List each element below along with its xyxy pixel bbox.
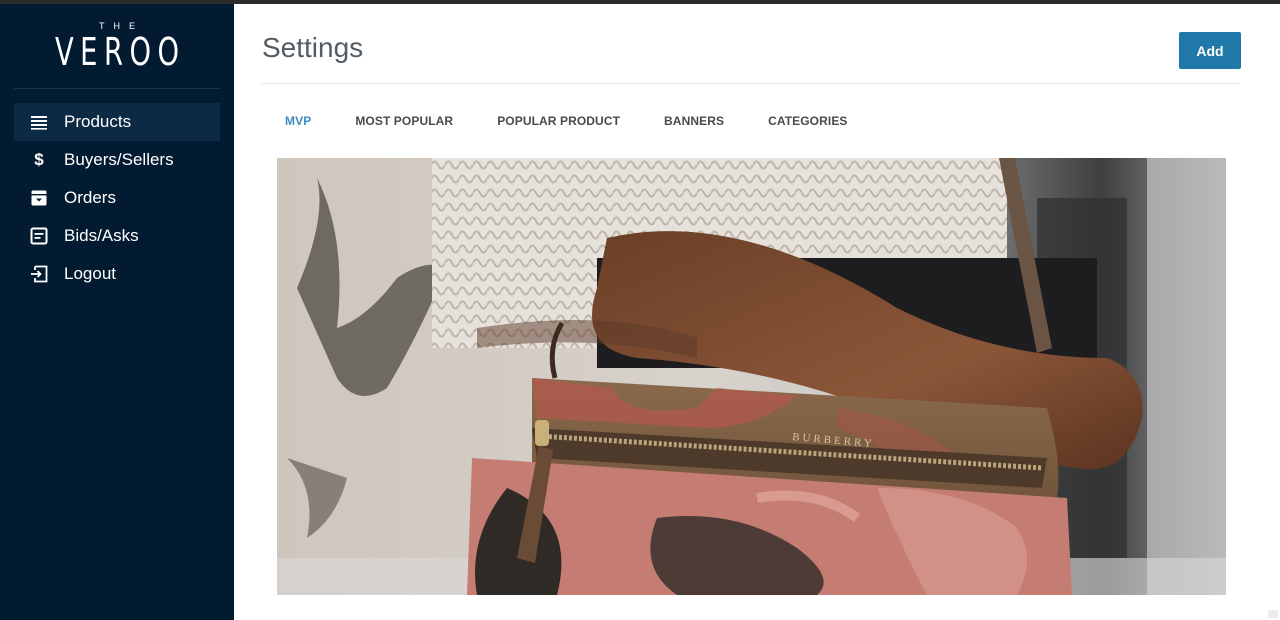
sidebar-item-label: Products (64, 112, 132, 131)
header-divider (262, 83, 1240, 84)
page-title: Settings (262, 32, 364, 63)
banner-image[interactable]: BURBERRY (277, 158, 1226, 595)
logout-icon (28, 263, 50, 285)
sidebar-item-products[interactable]: Products (14, 103, 220, 141)
list-icon (28, 111, 50, 133)
sidebar-nav: Products $ Buyers/Sellers Orders Bids/As… (14, 103, 220, 293)
sidebar-item-label: Bids/Asks (64, 226, 139, 245)
document-icon (28, 225, 50, 247)
main-content: Settings Add MVP MOST POPULAR POPULAR PR… (234, 4, 1280, 620)
tab-most-popular[interactable]: MOST POPULAR (333, 108, 475, 134)
scroll-corner (1268, 610, 1278, 618)
brand-logo[interactable]: THE VEROO (0, 20, 234, 72)
archive-icon (28, 187, 50, 209)
dollar-icon: $ (34, 150, 44, 169)
sidebar-item-buyers-sellers[interactable]: $ Buyers/Sellers (14, 141, 220, 179)
sidebar-item-orders[interactable]: Orders (14, 179, 220, 217)
sidebar-item-label: Buyers/Sellers (64, 150, 174, 169)
sidebar-divider (14, 88, 220, 89)
tab-popular-product[interactable]: POPULAR PRODUCT (475, 108, 642, 134)
sidebar-item-label: Orders (64, 188, 116, 207)
sidebar-item-label: Logout (64, 264, 116, 283)
sidebar: THE VEROO Products $ Buyers/Sellers Orde… (0, 4, 234, 620)
tab-mvp[interactable]: MVP (262, 108, 333, 134)
sidebar-item-logout[interactable]: Logout (14, 255, 220, 293)
add-button[interactable]: Add (1179, 32, 1241, 69)
brand-name: VEROO (54, 30, 186, 74)
tab-categories[interactable]: CATEGORIES (746, 108, 869, 134)
sidebar-item-bids-asks[interactable]: Bids/Asks (14, 217, 220, 255)
tab-banners[interactable]: BANNERS (642, 108, 746, 134)
settings-tabs: MVP MOST POPULAR POPULAR PRODUCT BANNERS… (262, 108, 870, 134)
banner-photo: BURBERRY (277, 158, 1226, 595)
